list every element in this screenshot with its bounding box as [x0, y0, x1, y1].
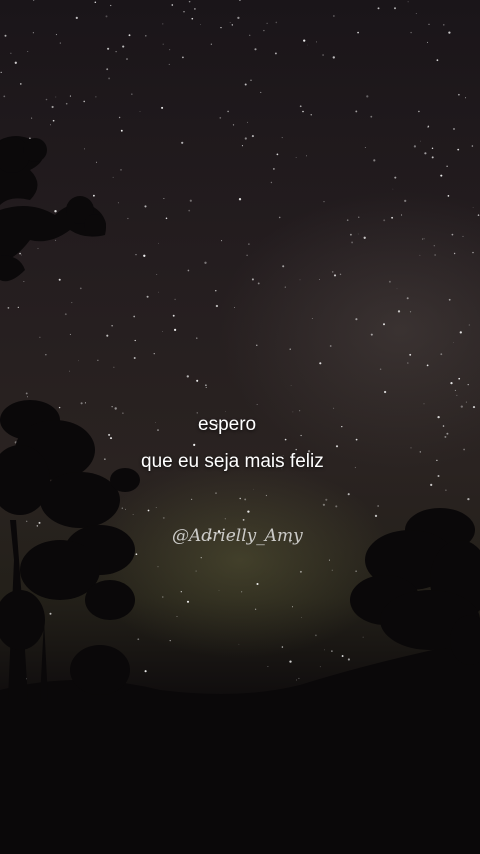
left-tree-silhouette	[0, 400, 140, 700]
creator-watermark: @Adrielly_Amy	[172, 526, 303, 546]
caption-line-1: espero	[198, 414, 257, 435]
top-left-branch-silhouette	[0, 136, 106, 282]
night-sky-video-frame: espero que eu seja mais feliz @Adrielly_…	[0, 0, 480, 854]
right-tree-silhouette	[350, 508, 480, 665]
caption-line-2: que eu seja mais feliz	[141, 451, 324, 472]
